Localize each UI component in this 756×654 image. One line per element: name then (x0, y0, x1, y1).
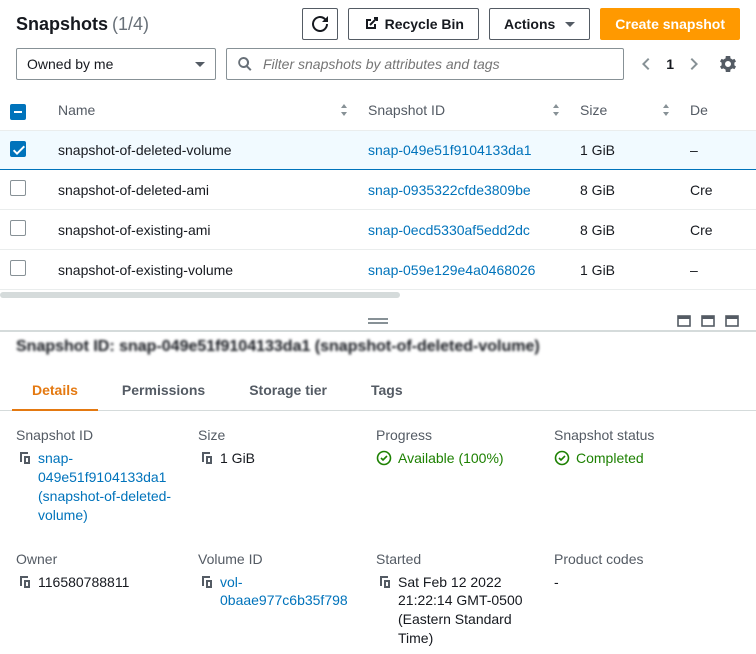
pane-layout-button[interactable] (700, 313, 716, 332)
page-number: 1 (666, 56, 674, 72)
table-row[interactable]: snapshot-of-deleted-ami snap-0935322cfde3… (0, 170, 756, 210)
status-value: Completed (554, 449, 644, 468)
row-checkbox[interactable] (10, 260, 26, 276)
detail-grid: Snapshot ID snap-049e51f9104133da1 (snap… (0, 411, 756, 654)
copy-icon[interactable] (198, 450, 214, 471)
owner-filter-value: Owned by me (27, 56, 113, 72)
row-name: snapshot-of-deleted-ami (58, 182, 209, 198)
refresh-icon (312, 16, 328, 32)
tab-storage-tier[interactable]: Storage tier (229, 370, 347, 410)
row-size: 1 GiB (580, 142, 615, 158)
table-settings-button[interactable] (716, 52, 740, 76)
size-key: Size (198, 427, 368, 443)
tab-tags[interactable]: Tags (351, 370, 423, 410)
copy-icon[interactable] (16, 450, 32, 471)
col-description[interactable]: De (690, 102, 708, 118)
row-description: – (690, 262, 698, 278)
snapshot-id-link[interactable]: snap-049e51f9104133da1 (snapshot-of-dele… (38, 449, 190, 525)
product-codes-key: Product codes (554, 551, 724, 567)
row-name: snapshot-of-deleted-volume (58, 142, 232, 158)
pane-layout-button[interactable] (676, 313, 692, 332)
col-size[interactable]: Size (580, 102, 607, 118)
volume-id-link[interactable]: vol-0baae977c6b35f798 (220, 573, 368, 611)
status-key: Snapshot status (554, 427, 724, 443)
row-snapshot-id-link[interactable]: snap-0ecd5330af5edd2dc (368, 222, 530, 238)
caret-down-icon (565, 22, 575, 27)
volume-id-key: Volume ID (198, 551, 368, 567)
search-icon (237, 56, 253, 72)
refresh-button[interactable] (302, 8, 338, 40)
tab-permissions[interactable]: Permissions (102, 370, 225, 410)
next-page-button[interactable] (682, 52, 706, 76)
page-title: Snapshots (16, 14, 108, 35)
row-checkbox[interactable] (10, 180, 26, 196)
row-snapshot-id-link[interactable]: snap-059e129e4a0468026 (368, 262, 535, 278)
col-snapshot-id[interactable]: Snapshot ID (368, 102, 445, 118)
actions-label: Actions (504, 16, 555, 32)
drag-handle-icon (368, 318, 388, 320)
split-pane-handle[interactable] (0, 314, 756, 332)
recycle-bin-label: Recycle Bin (385, 16, 464, 32)
selection-count: (1/4) (112, 14, 149, 35)
sort-icon[interactable] (658, 102, 670, 118)
create-snapshot-label: Create snapshot (615, 16, 725, 32)
detail-tabs: Details Permissions Storage tier Tags (0, 370, 756, 411)
row-size: 8 GiB (580, 222, 615, 238)
row-snapshot-id-link[interactable]: snap-049e51f9104133da1 (368, 142, 532, 158)
owner-value: 116580788811 (38, 573, 129, 592)
prev-page-button[interactable] (634, 52, 658, 76)
row-size: 8 GiB (580, 182, 615, 198)
tab-details[interactable]: Details (12, 370, 98, 410)
owner-key: Owner (16, 551, 190, 567)
started-value: Sat Feb 12 2022 21:22:14 GMT-0500 (Easte… (398, 573, 546, 649)
row-checkbox[interactable] (10, 220, 26, 236)
row-size: 1 GiB (580, 262, 615, 278)
row-snapshot-id-link[interactable]: snap-0935322cfde3809be (368, 182, 531, 198)
filter-search[interactable] (226, 48, 624, 80)
progress-value: Available (100%) (376, 449, 504, 468)
filter-search-input[interactable] (261, 55, 613, 73)
col-name[interactable]: Name (58, 102, 95, 118)
sort-icon[interactable] (548, 102, 560, 118)
progress-key: Progress (376, 427, 546, 443)
started-key: Started (376, 551, 546, 567)
external-link-icon (363, 16, 379, 32)
select-all-checkbox[interactable] (10, 104, 26, 120)
row-checkbox[interactable] (10, 141, 26, 157)
row-name: snapshot-of-existing-volume (58, 262, 233, 278)
recycle-bin-button[interactable]: Recycle Bin (348, 8, 479, 40)
owner-filter-select[interactable]: Owned by me (16, 48, 216, 80)
copy-icon[interactable] (16, 574, 32, 595)
table-row[interactable]: snapshot-of-existing-volume snap-059e129e… (0, 250, 756, 290)
table-row[interactable]: snapshot-of-existing-ami snap-0ecd5330af5… (0, 210, 756, 250)
actions-button[interactable]: Actions (489, 8, 590, 40)
snapshots-table: Name Snapshot ID Size De snapshot-of-del… (0, 90, 756, 290)
copy-icon[interactable] (376, 574, 392, 595)
horizontal-scrollbar[interactable] (0, 292, 400, 298)
create-snapshot-button[interactable]: Create snapshot (600, 8, 740, 40)
row-description: – (690, 142, 698, 158)
size-value: 1 GiB (220, 449, 255, 468)
row-description: Cre (690, 182, 713, 198)
pane-layout-button[interactable] (724, 313, 740, 332)
product-codes-value: - (554, 573, 559, 592)
row-description: Cre (690, 222, 713, 238)
sort-icon[interactable] (336, 102, 348, 118)
table-row[interactable]: snapshot-of-deleted-volume snap-049e51f91… (0, 131, 756, 170)
copy-icon[interactable] (198, 574, 214, 595)
snapshot-id-key: Snapshot ID (16, 427, 190, 443)
caret-down-icon (195, 62, 205, 67)
detail-title: Snapshot ID: snap-049e51f9104133da1 (sna… (0, 332, 756, 362)
row-name: snapshot-of-existing-ami (58, 222, 211, 238)
